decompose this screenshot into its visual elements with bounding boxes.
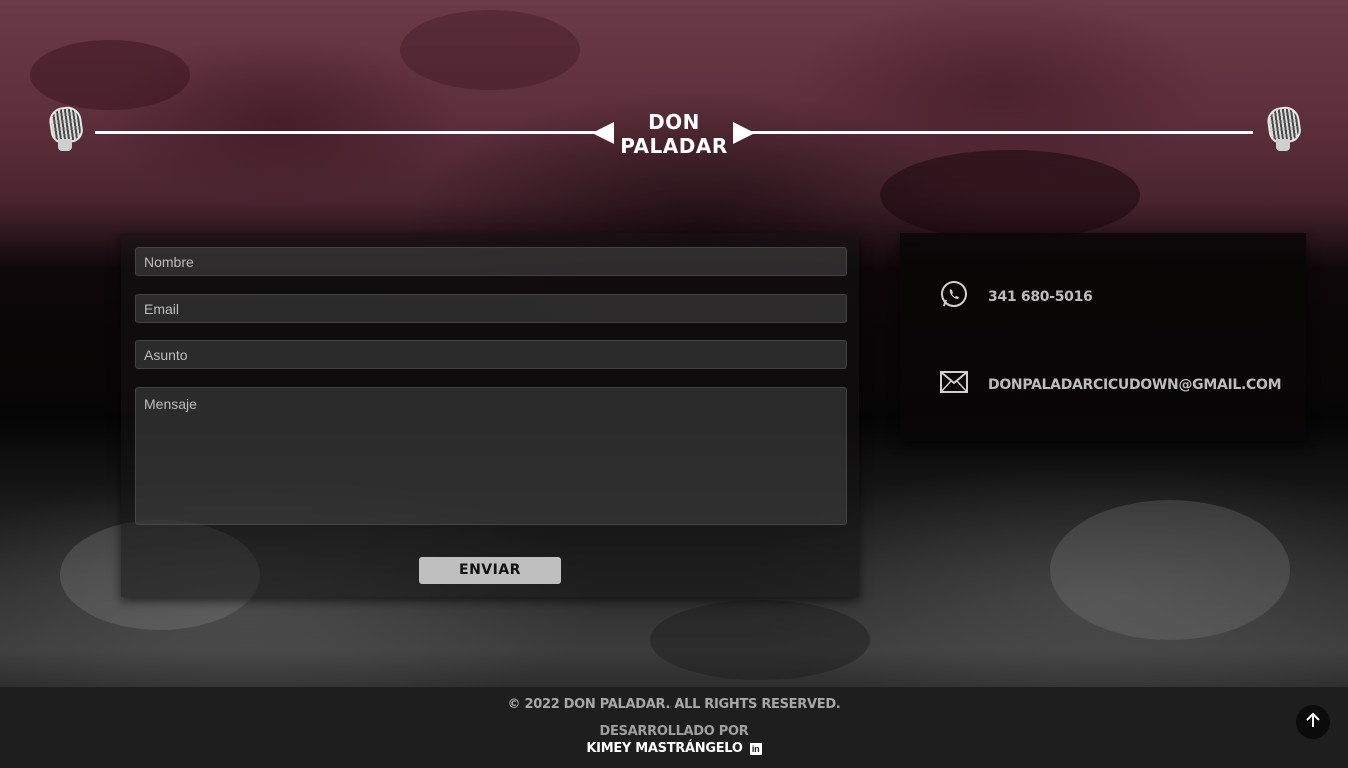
whatsapp-icon <box>940 280 968 313</box>
header-divider-right <box>750 131 1253 134</box>
paint-splatter <box>30 40 190 110</box>
microphone-icon <box>1264 104 1304 155</box>
author-name: KIMEY MASTRÁNGELO <box>586 741 743 756</box>
logo-line-1: DON <box>648 110 700 134</box>
contact-form: Nombre Email Asunto Mensaje ENVIAR <box>121 233 859 597</box>
paint-splatter <box>400 10 580 90</box>
envelope-icon <box>940 371 968 398</box>
email-contact[interactable]: DONPALADARCICUDOWN@GMAIL.COM <box>940 371 1282 398</box>
author-link[interactable]: KIMEY MASTRÁNGELO in <box>0 741 1348 756</box>
linkedin-icon[interactable]: in <box>749 742 762 755</box>
arrow-up-icon <box>1306 712 1320 733</box>
email-address: DONPALADARCICUDOWN@GMAIL.COM <box>988 376 1282 393</box>
phone-contact[interactable]: 341 680-5016 <box>940 280 1093 313</box>
arrow-left-icon <box>592 122 614 144</box>
send-button[interactable]: ENVIAR <box>419 557 561 584</box>
scroll-to-top-button[interactable] <box>1296 705 1330 739</box>
copyright-text: © 2022 DON PALADAR. ALL RIGHTS RESERVED. <box>507 697 841 712</box>
phone-number: 341 680-5016 <box>988 288 1093 305</box>
arrow-right-icon <box>733 122 755 144</box>
paint-splatter <box>1050 500 1290 640</box>
email-input[interactable]: Email <box>135 294 847 323</box>
site-logo[interactable]: DON PALADAR <box>618 110 730 158</box>
subject-input[interactable]: Asunto <box>135 340 847 369</box>
paint-splatter <box>880 150 1140 240</box>
contact-info-panel: 341 680-5016 DONPALADARCICUDOWN@GMAIL.CO… <box>900 233 1306 441</box>
developed-by-label: DESARROLLADO POR <box>599 724 749 739</box>
microphone-icon <box>46 104 86 155</box>
site-footer: © 2022 DON PALADAR. ALL RIGHTS RESERVED.… <box>0 687 1348 768</box>
header-divider-left <box>95 131 600 134</box>
logo-line-2: PALADAR <box>620 134 728 158</box>
paint-splatter <box>650 600 870 680</box>
message-textarea[interactable]: Mensaje <box>135 387 847 525</box>
name-input[interactable]: Nombre <box>135 247 847 276</box>
